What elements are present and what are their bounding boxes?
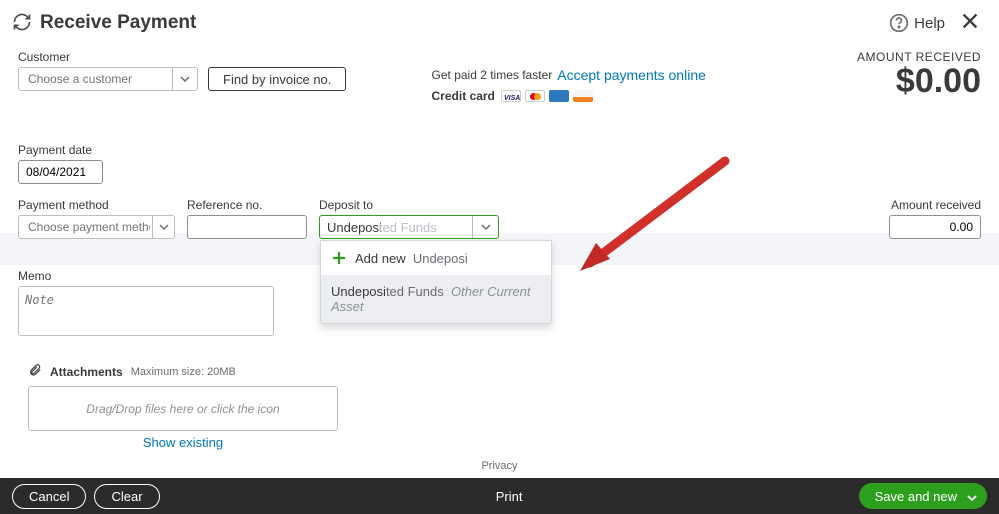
deposit-typed-text: Undeposi	[327, 220, 382, 235]
attachments-dropzone[interactable]: Drag/Drop files here or click the icon	[28, 386, 338, 431]
page-title: Receive Payment	[40, 12, 196, 34]
find-by-invoice-button[interactable]: Find by invoice no.	[208, 67, 346, 91]
clear-button[interactable]: Clear	[94, 484, 159, 509]
credit-card-label: Credit card	[432, 89, 495, 103]
save-and-new-button[interactable]: Save and new	[859, 483, 987, 509]
help-icon	[889, 13, 909, 33]
help-button[interactable]: Help	[889, 13, 945, 33]
mastercard-icon	[525, 90, 545, 102]
visa-icon: VISA	[501, 90, 521, 102]
cc-card-icons: VISA	[501, 90, 593, 102]
customer-input[interactable]	[26, 71, 175, 87]
close-icon[interactable]	[959, 10, 981, 36]
customer-label: Customer	[18, 50, 346, 64]
privacy-link[interactable]: Privacy	[0, 460, 999, 472]
amex-icon	[549, 90, 569, 102]
deposit-to-select[interactable]: Undeposited Funds Add new Undeposi	[319, 215, 499, 239]
amount-received-value: $0.00	[791, 64, 981, 98]
attachments-label: Attachments	[50, 365, 123, 379]
payment-date-label: Payment date	[18, 143, 981, 157]
payment-method-label: Payment method	[18, 198, 175, 212]
paperclip-icon	[28, 363, 42, 380]
chevron-down-icon[interactable]	[152, 216, 174, 238]
getpaid-promo: Get paid 2 times faster Accept payments …	[432, 67, 706, 103]
accept-payments-link[interactable]: Accept payments online	[557, 67, 706, 83]
reference-no-input[interactable]	[187, 215, 307, 239]
payment-date-input[interactable]	[18, 160, 103, 184]
chevron-down-icon[interactable]	[172, 68, 197, 90]
amount-received-input[interactable]	[889, 215, 981, 239]
print-link[interactable]: Print	[496, 489, 523, 504]
amount-received-field-label: Amount received	[891, 198, 981, 212]
payment-method-select[interactable]	[18, 215, 175, 239]
deposit-to-label: Deposit to	[319, 198, 499, 212]
memo-input[interactable]	[18, 286, 274, 336]
plus-icon	[331, 250, 347, 266]
receive-payment-icon	[12, 12, 32, 35]
payment-method-input[interactable]	[26, 219, 152, 235]
customer-select[interactable]	[18, 67, 198, 91]
chevron-down-icon	[967, 491, 977, 501]
reference-no-label: Reference no.	[187, 198, 307, 212]
attachments-maxsize: Maximum size: 20MB	[131, 366, 236, 378]
memo-label: Memo	[18, 269, 981, 283]
deposit-autocomplete-ghost: ted Funds	[379, 220, 437, 235]
svg-text:VISA: VISA	[504, 95, 520, 102]
show-existing-link[interactable]: Show existing	[28, 435, 338, 450]
chevron-down-icon[interactable]	[472, 216, 498, 238]
discover-icon	[573, 90, 593, 102]
cancel-button[interactable]: Cancel	[12, 484, 86, 509]
